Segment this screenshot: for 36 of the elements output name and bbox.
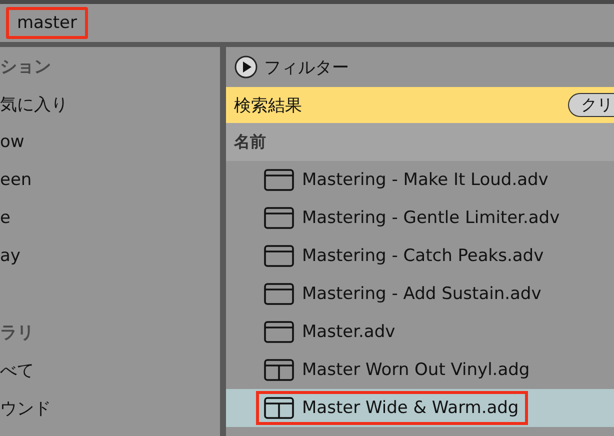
file-row[interactable]: Mastering - Gentle Limiter.adv (226, 199, 614, 237)
split-window-icon (264, 397, 294, 419)
sidebar-item[interactable]: ow (0, 123, 220, 161)
file-name: Master.adv (302, 322, 396, 342)
file-name: Mastering - Gentle Limiter.adv (302, 208, 560, 228)
sidebar-item[interactable]: e (0, 199, 220, 237)
file-row[interactable]: Master Wide & Warm.adg (226, 389, 614, 427)
sidebar-header: ション (0, 56, 52, 78)
clear-button[interactable]: クリ (568, 93, 614, 117)
sidebar-item[interactable]: een (0, 161, 220, 199)
file-row[interactable]: Mastering - Add Sustain.adv (226, 275, 614, 313)
window-icon (264, 207, 294, 229)
window-icon (264, 321, 294, 343)
file-name: Master Worn Out Vinyl.adg (302, 360, 530, 380)
filter-label: フィルター (264, 56, 349, 78)
file-row[interactable]: Mastering - Make It Loud.adv (226, 161, 614, 199)
file-name: Master Wide & Warm.adg (302, 398, 519, 418)
window-icon (264, 283, 294, 305)
file-name: Mastering - Add Sustain.adv (302, 284, 542, 304)
play-icon[interactable] (234, 55, 258, 79)
column-header[interactable]: 名前 (234, 132, 266, 152)
split-window-icon (264, 359, 294, 381)
file-row[interactable]: Master Worn Out Vinyl.adg (226, 351, 614, 389)
file-name: Mastering - Catch Peaks.adv (302, 246, 544, 266)
results-title: 検索結果 (234, 94, 302, 116)
sidebar-item[interactable]: 気に入り (0, 85, 220, 123)
file-row[interactable]: Mastering - Catch Peaks.adv (226, 237, 614, 275)
search-field[interactable]: master (6, 7, 88, 39)
window-icon (264, 169, 294, 191)
sidebar-header: ラリ (0, 322, 35, 344)
file-row[interactable]: Master.adv (226, 313, 614, 351)
window-icon (264, 245, 294, 267)
file-name: Mastering - Make It Loud.adv (302, 170, 548, 190)
sidebar-item[interactable]: ウンド (0, 389, 220, 427)
sidebar-item[interactable]: ay (0, 237, 220, 275)
sidebar-item[interactable]: べて (0, 351, 220, 389)
